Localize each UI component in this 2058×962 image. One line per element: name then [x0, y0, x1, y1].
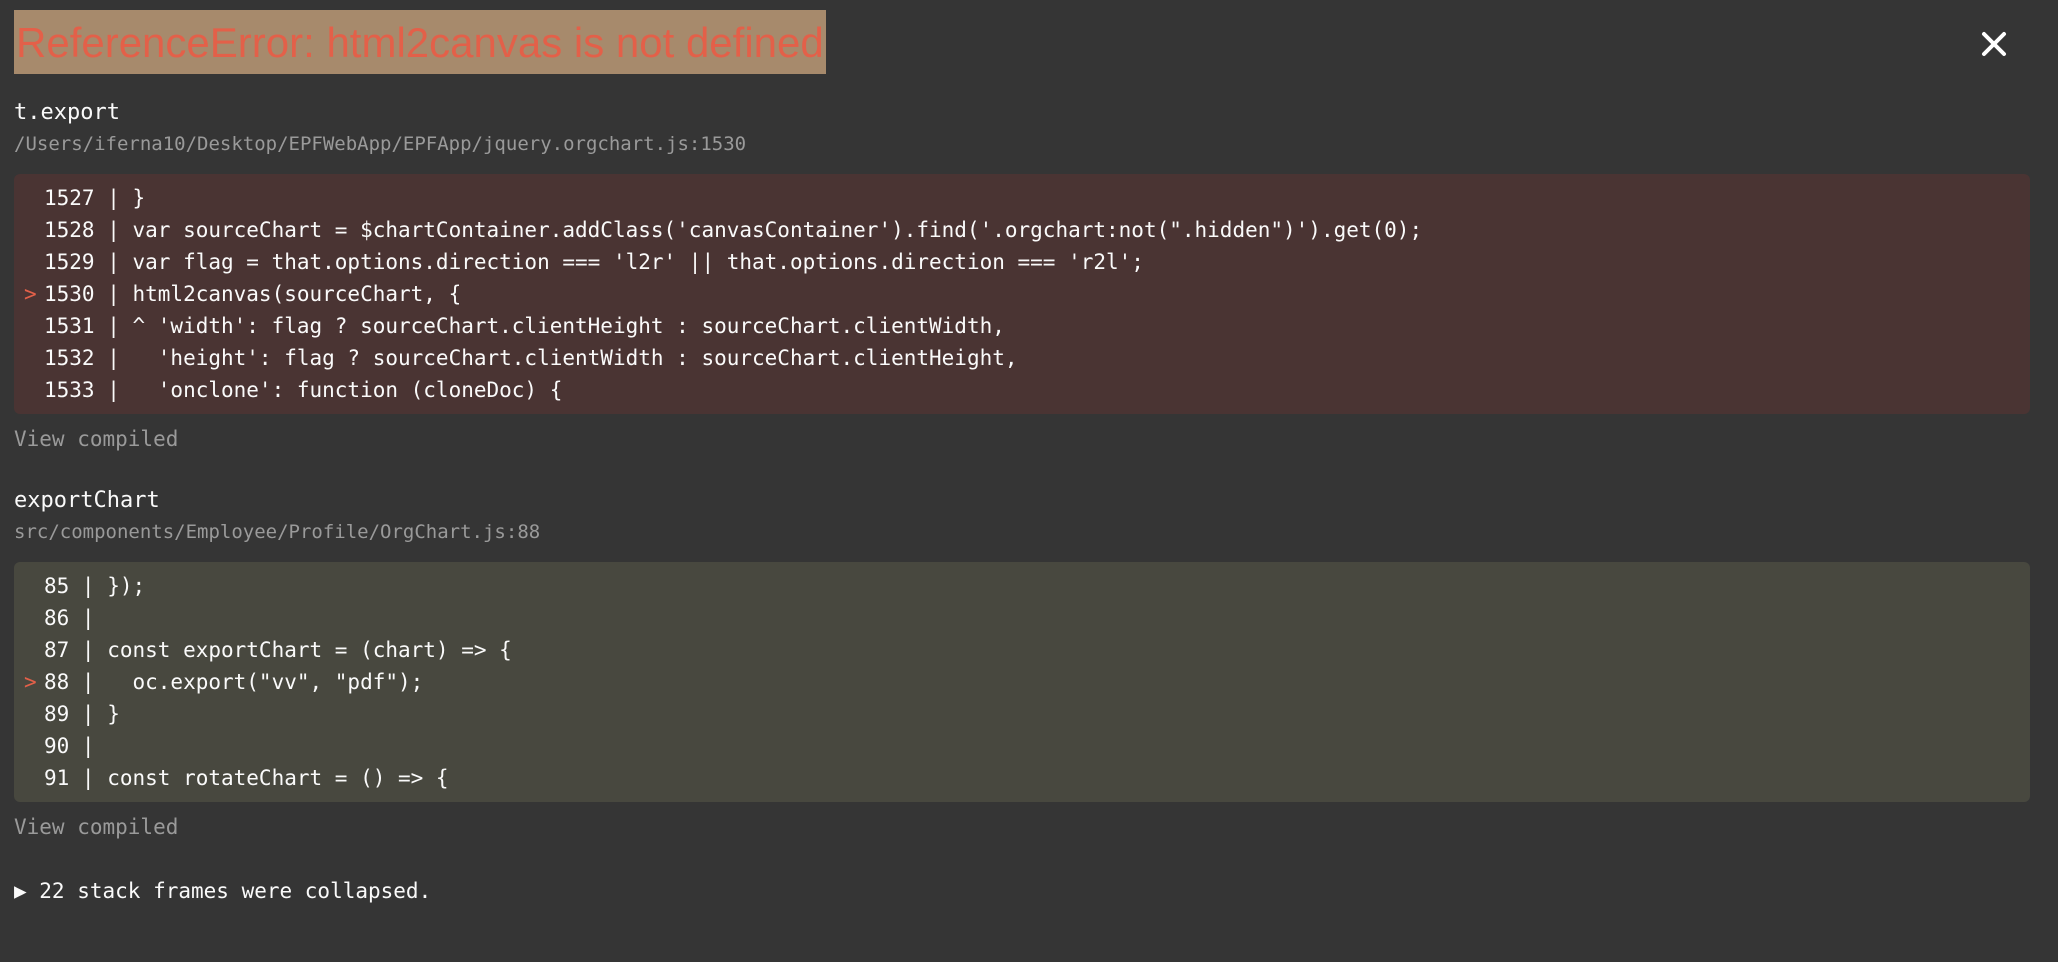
view-compiled-link[interactable]: View compiled [14, 424, 2044, 454]
stack-frame: t.export /Users/iferna10/Desktop/EPFWebA… [14, 98, 2044, 454]
code-line: 89 | } [14, 698, 2030, 730]
code-text: 1533 | 'onclone': function (cloneDoc) { [44, 378, 563, 402]
code-text: 88 | oc.export("vv", "pdf"); [44, 670, 424, 694]
code-text: 1530 | html2canvas(sourceChart, { [44, 282, 462, 306]
code-text: 1531 | ^ 'width': flag ? sourceChart.cli… [44, 314, 1005, 338]
error-line-marker: > [24, 282, 37, 306]
code-text: 85 | }); [44, 574, 146, 598]
code-line-highlighted: >88 | oc.export("vv", "pdf"); [14, 666, 2030, 698]
code-line: 1531 | ^ 'width': flag ? sourceChart.cli… [14, 310, 2030, 342]
code-line: 1532 | 'height': flag ? sourceChart.clie… [14, 342, 2030, 374]
close-icon[interactable] [1981, 31, 2007, 57]
code-line: 91 | const rotateChart = () => { [14, 762, 2030, 794]
collapsed-frames-toggle[interactable]: ▶ 22 stack frames were collapsed. [14, 876, 2044, 906]
error-title: ReferenceError: html2canvas is not defin… [14, 10, 826, 74]
code-text: 86 | [44, 606, 95, 630]
error-overlay: ReferenceError: html2canvas is not defin… [0, 0, 2058, 962]
view-compiled-link[interactable]: View compiled [14, 812, 2044, 842]
frame-function-name: exportChart [14, 488, 160, 513]
error-header: ReferenceError: html2canvas is not defin… [14, 10, 2044, 76]
code-line: 1529 | var flag = that.options.direction… [14, 246, 2030, 278]
close-button[interactable] [1974, 24, 2014, 64]
code-line: 1533 | 'onclone': function (cloneDoc) { [14, 374, 2030, 406]
code-line-highlighted: >1530 | html2canvas(sourceChart, { [14, 278, 2030, 310]
code-line: 86 | [14, 602, 2030, 634]
code-text: 90 | [44, 734, 95, 758]
code-text: 1527 | } [44, 186, 146, 210]
code-text: 87 | const exportChart = (chart) => { [44, 638, 512, 662]
frame-file-location[interactable]: /Users/iferna10/Desktop/EPFWebApp/EPFApp… [14, 130, 2044, 158]
code-line: 1528 | var sourceChart = $chartContainer… [14, 214, 2030, 246]
code-text: 91 | const rotateChart = () => { [44, 766, 449, 790]
code-text: 1528 | var sourceChart = $chartContainer… [44, 218, 1423, 242]
code-line: 90 | [14, 730, 2030, 762]
code-snippet: 1527 | } 1528 | var sourceChart = $chart… [14, 174, 2030, 414]
code-text: 1532 | 'height': flag ? sourceChart.clie… [44, 346, 1018, 370]
error-line-marker: > [24, 670, 37, 694]
stack-frame: exportChart src/components/Employee/Prof… [14, 486, 2044, 842]
code-text: 1529 | var flag = that.options.direction… [44, 250, 1144, 274]
frame-file-location[interactable]: src/components/Employee/Profile/OrgChart… [14, 518, 2044, 546]
frame-function-name: t.export [14, 100, 120, 125]
code-line: 87 | const exportChart = (chart) => { [14, 634, 2030, 666]
code-line: 1527 | } [14, 182, 2030, 214]
code-line: 85 | }); [14, 570, 2030, 602]
code-text: 89 | } [44, 702, 120, 726]
code-snippet: 85 | }); 86 | 87 | const exportChart = (… [14, 562, 2030, 802]
